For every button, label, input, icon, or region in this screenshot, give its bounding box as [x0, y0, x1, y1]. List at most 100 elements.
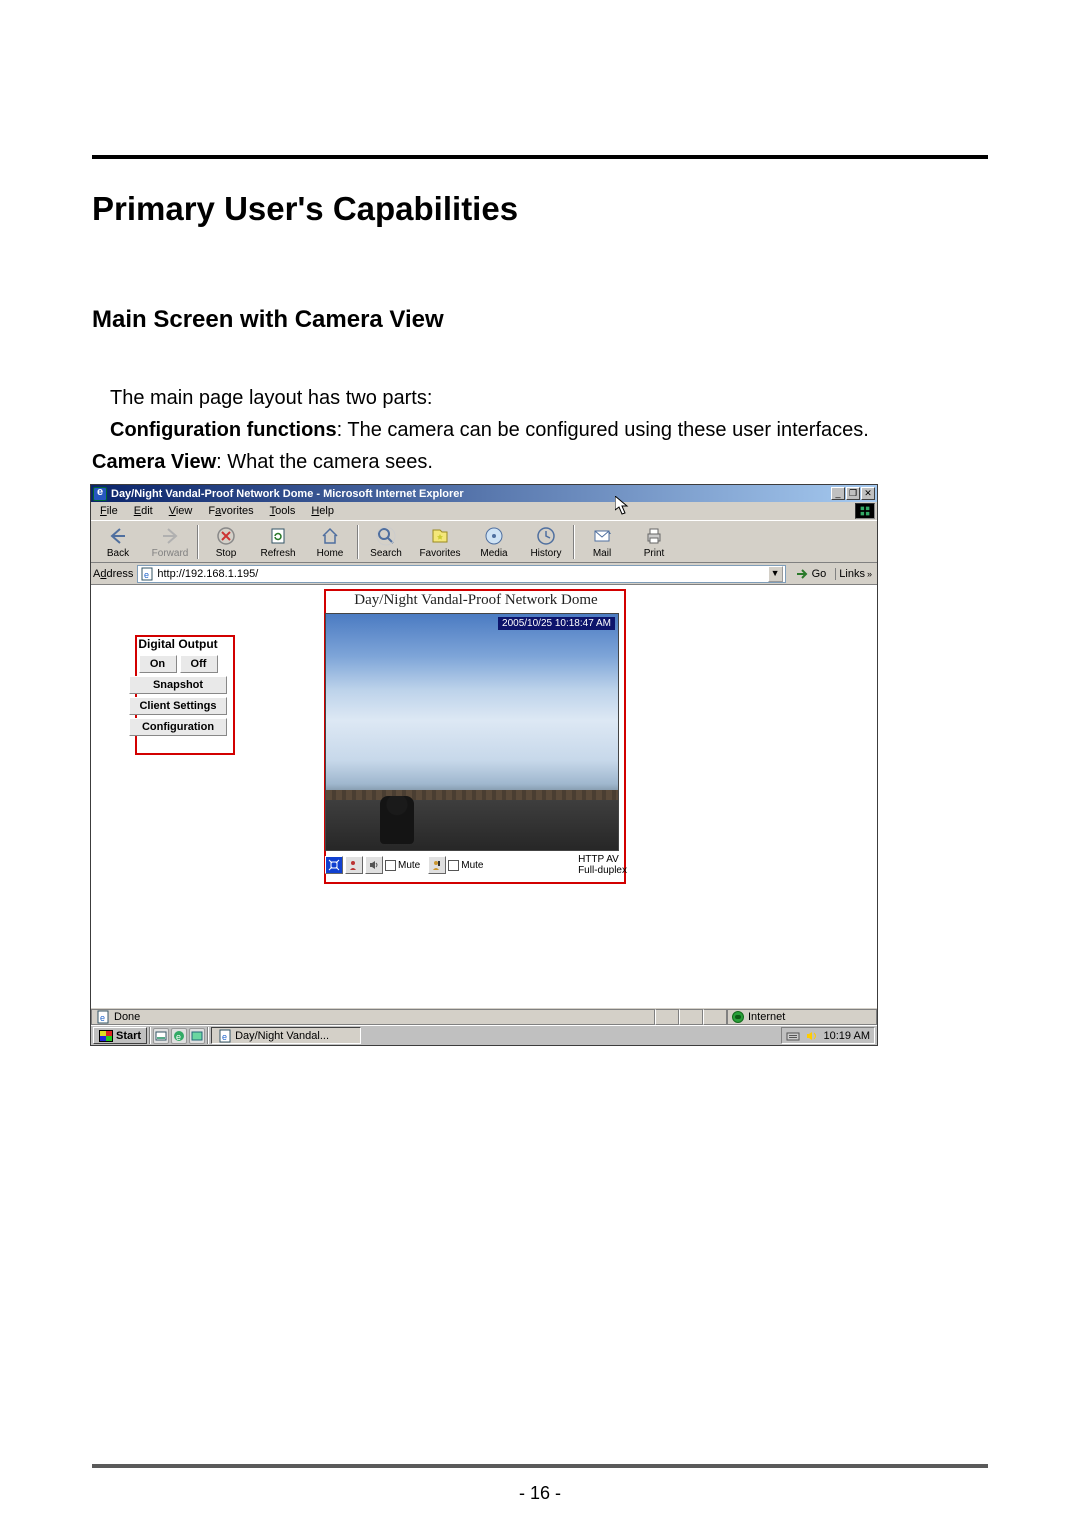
mail-label: Mail [593, 548, 611, 559]
quicklaunch-desktop-icon[interactable] [153, 1028, 169, 1044]
camera-horizon [326, 790, 618, 800]
svg-text:e: e [100, 1013, 105, 1023]
maximize-button[interactable]: ❐ [846, 487, 860, 500]
back-button[interactable]: Back [92, 525, 144, 559]
taskbar-ie-task[interactable]: e Day/Night Vandal... [211, 1027, 361, 1044]
stop-button[interactable]: Stop [200, 525, 252, 559]
mute-speaker-label: Mute [398, 860, 426, 871]
close-button[interactable]: ✕ [861, 487, 875, 500]
links-button[interactable]: Links » [835, 568, 875, 580]
camera-person-silhouette [380, 796, 414, 844]
menu-help[interactable]: Help [304, 504, 341, 518]
search-button[interactable]: Search [360, 525, 412, 559]
media-button[interactable]: Media [468, 525, 520, 559]
system-tray: 10:19 AM [781, 1027, 875, 1044]
address-label: Address [93, 568, 133, 580]
address-input[interactable]: e http://192.168.1.195/ ▼ [137, 565, 785, 583]
print-label: Print [644, 548, 665, 559]
internet-zone-icon [732, 1011, 744, 1023]
search-icon [375, 525, 397, 547]
snapshot-button[interactable]: Snapshot [129, 676, 227, 694]
links-label: Links [839, 568, 865, 580]
status-left: e Done [91, 1009, 655, 1025]
quicklaunch-outlook-icon[interactable] [189, 1028, 205, 1044]
protocol-readout: HTTP AV Full-duplex [578, 854, 627, 876]
forward-label: Forward [152, 548, 189, 559]
print-button[interactable]: Print [628, 525, 680, 559]
page-icon: e [140, 567, 154, 581]
toolbar: Back Forward Stop Refresh Home [91, 520, 877, 562]
camera-view-label: Camera View [92, 451, 216, 473]
task-label: Day/Night Vandal... [235, 1030, 329, 1042]
mute-mic-checkbox[interactable] [448, 860, 459, 871]
svg-text:e: e [144, 570, 149, 580]
forward-button[interactable]: Forward [144, 525, 196, 559]
stop-icon [215, 525, 237, 547]
start-label: Start [116, 1030, 141, 1042]
menu-view[interactable]: View [162, 504, 200, 518]
window-title: Day/Night Vandal-Proof Network Dome - Mi… [111, 488, 831, 500]
expand-button[interactable] [325, 856, 343, 874]
stop-label: Stop [216, 548, 237, 559]
status-text: Done [114, 1011, 140, 1023]
menubar: FileEditViewFavoritesToolsHelp [91, 502, 877, 520]
mic-icon [431, 859, 443, 871]
taskbar-divider-2 [207, 1027, 209, 1044]
favorites-button[interactable]: Favorites [412, 525, 468, 559]
expand-icon [328, 859, 340, 871]
media-icon [483, 525, 505, 547]
mail-button[interactable]: Mail [576, 525, 628, 559]
camera-panel: Day/Night Vandal-Proof Network Dome 2005… [325, 592, 627, 876]
camera-timestamp: 2005/10/25 10:18:47 AM [498, 617, 615, 630]
home-icon [319, 525, 341, 547]
taskbar-divider-1 [149, 1027, 151, 1044]
protocol-line-2: Full-duplex [578, 865, 627, 876]
go-button[interactable]: Go [790, 567, 832, 581]
client-settings-button[interactable]: Client Settings [129, 697, 227, 715]
mute-mic-label: Mute [461, 860, 489, 871]
menu-edit[interactable]: Edit [127, 504, 160, 518]
media-label: Media [480, 548, 507, 559]
menu-file[interactable]: File [93, 504, 125, 518]
para-camera-view: Camera View: What the camera sees. [92, 446, 988, 478]
minimize-button[interactable]: _ [831, 487, 845, 500]
address-dropdown-button[interactable]: ▼ [768, 566, 783, 582]
refresh-button[interactable]: Refresh [252, 525, 304, 559]
heading-1: Primary User's Capabilities [92, 190, 988, 228]
tray-volume-icon[interactable] [805, 1029, 819, 1043]
config-desc: : The camera can be configured using the… [337, 419, 869, 441]
task-ie-icon: e [218, 1029, 232, 1043]
address-value: http://192.168.1.195/ [157, 568, 764, 580]
protocol-line-1: HTTP AV [578, 854, 627, 865]
sidebar-controls: Digital Output On Off Snapshot Client Se… [121, 637, 235, 739]
titlebar: Day/Night Vandal-Proof Network Dome - Mi… [91, 485, 877, 502]
configuration-button[interactable]: Configuration [129, 718, 227, 736]
throbber-icon [855, 503, 875, 519]
camera-product-title: Day/Night Vandal-Proof Network Dome [325, 592, 627, 609]
tray-keyboard-icon[interactable] [786, 1029, 800, 1043]
status-seg-3 [703, 1009, 727, 1025]
svg-text:e: e [222, 1032, 227, 1042]
status-seg-1 [655, 1009, 679, 1025]
tray-clock: 10:19 AM [824, 1030, 870, 1042]
status-seg-2 [679, 1009, 703, 1025]
on-button[interactable]: On [139, 655, 177, 673]
off-button[interactable]: Off [180, 655, 218, 673]
start-button[interactable]: Start [93, 1027, 147, 1044]
svg-text:e: e [176, 1032, 181, 1042]
mute-speaker-checkbox[interactable] [385, 860, 396, 871]
home-button[interactable]: Home [304, 525, 356, 559]
talk-button[interactable] [345, 856, 363, 874]
quicklaunch-ie-icon[interactable]: e [171, 1028, 187, 1044]
search-label: Search [370, 548, 402, 559]
camera-video-feed[interactable]: 2005/10/25 10:18:47 AM [325, 613, 619, 851]
mic-button[interactable] [428, 856, 446, 874]
back-arrow-icon [107, 525, 129, 547]
history-button[interactable]: History [520, 525, 572, 559]
menu-favorites[interactable]: Favorites [201, 504, 260, 518]
menu-tools[interactable]: Tools [263, 504, 303, 518]
refresh-icon [267, 525, 289, 547]
speaker-button[interactable] [365, 856, 383, 874]
config-label: Configuration functions [110, 419, 337, 441]
page-number: - 16 - [0, 1483, 1080, 1504]
